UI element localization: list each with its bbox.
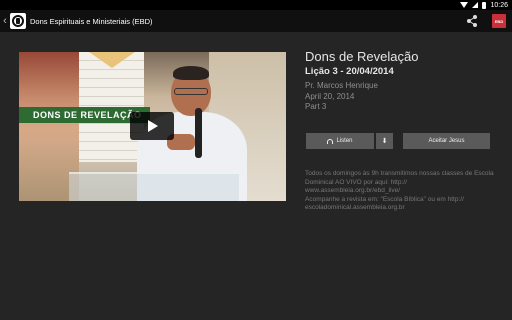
page-title: Dons Espirituais e Ministeriais (EBD) <box>30 16 153 26</box>
avatar[interactable]: EBD <box>492 14 506 28</box>
episode-date: April 20, 2014 <box>305 91 355 101</box>
episode-description: Todos os domingos às 9h transmitimos nos… <box>305 170 505 213</box>
episode-part: Part 3 <box>305 102 327 111</box>
listen-button[interactable]: Listen <box>306 133 374 149</box>
description-link[interactable]: escoladominical.assembleia.org.br <box>305 204 505 213</box>
episode-lesson: Lição 3 - 20/04/2014 <box>305 66 394 77</box>
description-line: Acompanhe a revista em: "Escola Bíblica"… <box>305 195 464 203</box>
action-bar: ‹ Dons Espirituais e Ministeriais (EBD) … <box>0 10 512 32</box>
video-player[interactable]: DONS DE REVELAÇÃO <box>19 52 286 201</box>
episode-title: Dons de Revelação <box>305 49 419 64</box>
signal-icon <box>472 2 479 8</box>
status-bar: 10:26 <box>0 0 512 10</box>
headphones-icon <box>327 138 334 144</box>
description-line: Todos os domingos às 9h transmitimos nos… <box>305 170 494 186</box>
listen-label: Listen <box>336 138 353 144</box>
back-icon[interactable]: ‹ <box>1 15 9 27</box>
action-buttons: Listen ⬇ Aceitar Jesus <box>306 133 490 149</box>
download-button[interactable]: ⬇ <box>376 133 393 149</box>
accept-jesus-button[interactable]: Aceitar Jesus <box>403 133 490 149</box>
status-icons: 10:26 <box>460 0 508 10</box>
microphone-icon <box>195 108 202 158</box>
episode-meta: Pr. Marcos Henrique April 20, 2014 Part … <box>305 81 505 113</box>
wifi-icon <box>460 2 469 8</box>
status-time: 10:26 <box>490 1 508 9</box>
episode-details: Dons de Revelação Lição 3 - 20/04/2014 P… <box>305 49 505 113</box>
battery-icon <box>482 1 487 9</box>
app-logo-icon[interactable] <box>10 13 26 29</box>
description-link[interactable]: www.assembleia.org.br/ebd_live/ <box>305 187 505 196</box>
play-icon <box>148 120 158 132</box>
download-icon: ⬇ <box>381 138 388 145</box>
share-icon[interactable] <box>466 14 478 28</box>
play-button[interactable] <box>130 112 174 140</box>
episode-speaker: Pr. Marcos Henrique <box>305 81 378 90</box>
video-banner-text: DONS DE REVELAÇÃO <box>33 110 142 120</box>
